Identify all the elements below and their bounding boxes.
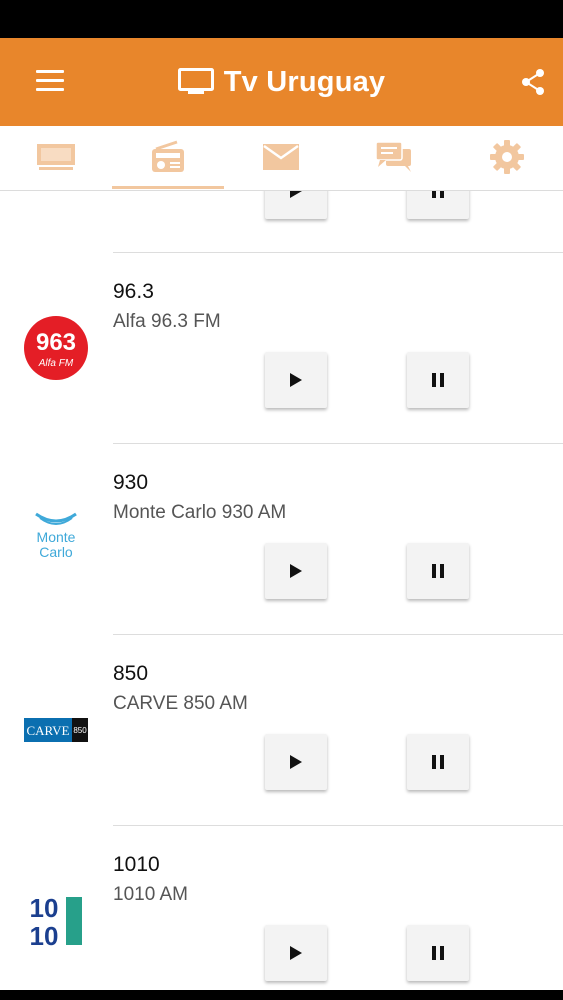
share-button[interactable] [513,62,553,102]
tv-icon [177,68,214,94]
navigation-bar [0,990,563,1000]
pause-icon [432,946,444,960]
list-item-montecarlo: Monte Carlo 930 Monte Carlo 930 AM [0,382,563,599]
station-frequency: 1010 [113,853,160,876]
chat-icon [375,141,411,172]
tab-bar [0,126,563,191]
station-logo-1010: 10 10 [30,893,82,951]
station-list[interactable]: 963 Alfa FM 96.3 Alfa 96.3 FM Monte Carl… [0,191,563,990]
tab-radio[interactable] [112,126,224,189]
list-item-1010: 10 10 1010 1010 AM [0,764,563,981]
tab-chat[interactable] [338,126,450,188]
logo-subtext: 10 [30,921,59,951]
logo-subtext: Alfa FM [38,358,74,369]
mail-icon [263,144,299,170]
station-frequency: 96.3 [113,280,154,303]
app-bar: Tv Uruguay [0,38,563,126]
tab-tv[interactable] [0,126,112,188]
list-item-carve: CARVE 850 850 CARVE 850 AM [0,573,563,790]
tv-icon [37,144,75,170]
gear-icon [490,140,524,174]
divider [113,825,563,826]
station-name: Alfa 96.3 FM [113,311,221,332]
station-logo-montecarlo: Monte Carlo [35,512,77,560]
logo-subtext: Carlo [39,544,73,560]
share-icon [522,69,544,95]
station-logo-alfa: 963 Alfa FM [24,316,88,380]
logo-text: 10 [30,893,59,923]
play-button[interactable] [265,925,327,981]
divider [113,443,563,444]
pause-button[interactable] [407,925,469,981]
station-name: CARVE 850 AM [113,693,248,714]
logo-text: Monte [37,529,76,545]
list-item-alfa: 963 Alfa FM 96.3 Alfa 96.3 FM [0,191,563,408]
station-name: Monte Carlo 930 AM [113,502,287,523]
play-icon [290,946,302,960]
logo-subtext: 850 [73,726,87,735]
title-area: Tv Uruguay [0,38,563,126]
station-frequency: 850 [113,662,149,685]
station-name: 1010 AM [113,884,188,905]
station-frequency: 930 [113,471,149,494]
logo-text: 963 [36,329,76,356]
radio-icon [152,140,184,172]
divider [113,252,563,253]
station-logo-carve: CARVE 850 [24,718,88,742]
status-bar [0,0,563,38]
tab-mail[interactable] [225,126,337,188]
app-title: Tv Uruguay [223,65,386,98]
divider [113,634,563,635]
logo-text: CARVE [26,723,69,738]
tab-settings[interactable] [451,126,563,188]
